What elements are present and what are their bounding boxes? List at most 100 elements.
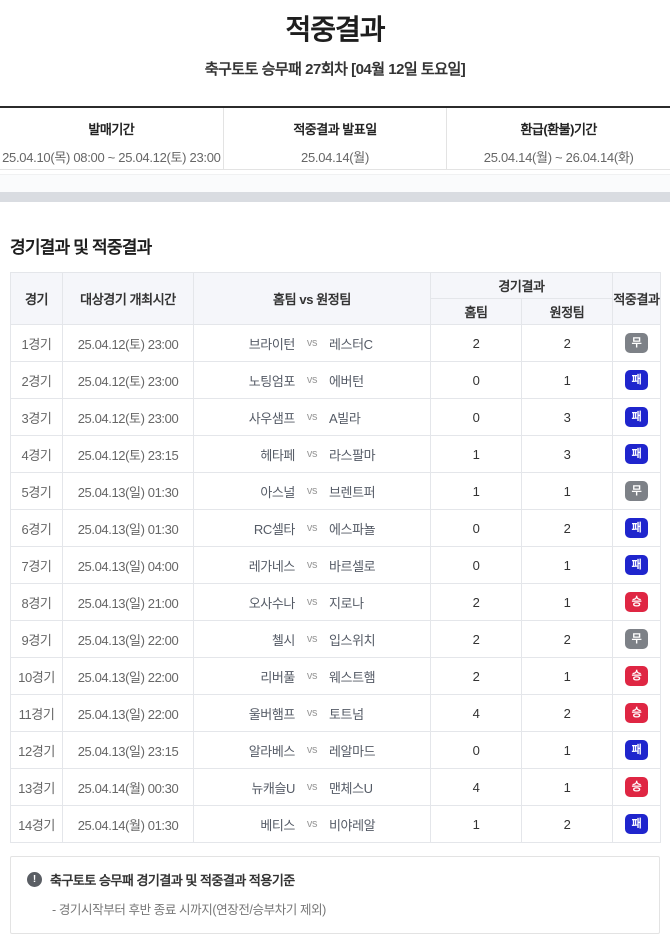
teams-cell: 아스널 vs 브렌트퍼 xyxy=(193,472,431,510)
away-team-name: 맨체스U xyxy=(329,780,373,796)
vs-label: vs xyxy=(306,374,318,386)
info-refund-period: 환급(환불)기간 25.04.14(월) ~ 26.04.14(화) xyxy=(446,108,670,169)
vs-label: vs xyxy=(306,744,318,756)
away-team-name: 토트넘 xyxy=(329,706,364,722)
match-datetime: 25.04.13(일) 01:30 xyxy=(62,472,194,510)
away-team-name: 웨스트햄 xyxy=(329,669,376,685)
away-team-name: 지로나 xyxy=(329,595,364,611)
col-header-away-score: 원정팀 xyxy=(521,298,613,325)
table-row: 12경기 25.04.13(일) 23:15 알라베스 vs 레알마드 0 1 … xyxy=(10,731,661,769)
hit-result-cell: 패 xyxy=(612,805,661,843)
hit-result-cell: 패 xyxy=(612,731,661,769)
hit-result-cell: 패 xyxy=(612,435,661,473)
match-number: 13경기 xyxy=(10,768,63,806)
home-team-name: 브라이턴 xyxy=(248,336,296,352)
footer-note-box: ! 축구토토 승무패 경기결과 및 적중결과 적용기준 - 경기시작부터 후반 … xyxy=(10,856,660,934)
teams-cell: 노팅엄포 vs 에버턴 xyxy=(193,361,431,399)
away-team-name: 입스위치 xyxy=(329,632,376,648)
home-score: 4 xyxy=(430,694,522,732)
away-team-name: 바르셀로 xyxy=(329,558,376,574)
home-score: 1 xyxy=(430,435,522,473)
match-datetime: 25.04.13(일) 23:15 xyxy=(62,731,194,769)
teams-cell: 헤타페 vs 라스팔마 xyxy=(193,435,431,473)
info-label: 발매기간 xyxy=(88,122,135,137)
result-badge: 승 xyxy=(625,777,648,797)
hit-result-cell: 승 xyxy=(612,768,661,806)
match-number: 5경기 xyxy=(10,472,63,510)
home-team-name: 첼시 xyxy=(271,632,296,648)
home-score: 0 xyxy=(430,731,522,769)
result-badge: 패 xyxy=(625,814,648,834)
away-team-name: 라스팔마 xyxy=(329,447,376,463)
home-score: 2 xyxy=(430,324,522,362)
vs-label: vs xyxy=(306,559,318,571)
round-subtitle: 축구토토 승무패 27회차 [04월 12일 토요일] xyxy=(204,61,466,78)
home-team-name: 사우샘프 xyxy=(248,410,296,426)
match-number: 11경기 xyxy=(10,694,63,732)
away-score: 2 xyxy=(521,509,613,547)
info-label: 환급(환불)기간 xyxy=(520,122,597,137)
away-score: 1 xyxy=(521,361,613,399)
match-datetime: 25.04.13(일) 22:00 xyxy=(62,657,194,695)
result-badge: 패 xyxy=(625,555,648,575)
match-number: 12경기 xyxy=(10,731,63,769)
match-number: 4경기 xyxy=(10,435,63,473)
match-number: 9경기 xyxy=(10,620,63,658)
vs-label: vs xyxy=(306,596,318,608)
match-number: 8경기 xyxy=(10,583,63,621)
section-title: 경기결과 및 적중결과 xyxy=(10,238,152,257)
match-datetime: 25.04.13(일) 01:30 xyxy=(62,509,194,547)
home-score: 2 xyxy=(430,583,522,621)
away-team-name: A빌라 xyxy=(329,410,361,426)
home-score: 4 xyxy=(430,768,522,806)
result-badge: 패 xyxy=(625,518,648,538)
match-number: 2경기 xyxy=(10,361,63,399)
match-datetime: 25.04.12(토) 23:15 xyxy=(62,435,194,473)
match-datetime: 25.04.13(일) 22:00 xyxy=(62,620,194,658)
match-datetime: 25.04.12(토) 23:00 xyxy=(62,398,194,436)
hit-result-cell: 패 xyxy=(612,546,661,584)
away-score: 2 xyxy=(521,805,613,843)
col-header-home-score: 홈팀 xyxy=(430,298,522,325)
vs-label: vs xyxy=(306,633,318,645)
match-datetime: 25.04.13(일) 22:00 xyxy=(62,694,194,732)
away-team-name: 비야레알 xyxy=(329,817,376,833)
col-header-hit: 적중결과 xyxy=(612,272,661,325)
teams-cell: RC셀타 vs 에스파뇰 xyxy=(193,509,431,547)
home-team-name: 베티스 xyxy=(260,817,295,833)
match-datetime: 25.04.13(일) 21:00 xyxy=(62,583,194,621)
result-badge: 패 xyxy=(625,370,648,390)
table-row: 11경기 25.04.13(일) 22:00 울버햄프 vs 토트넘 4 2 승 xyxy=(10,694,661,732)
vs-label: vs xyxy=(306,670,318,682)
away-team-name: 레알마드 xyxy=(329,743,376,759)
away-score: 1 xyxy=(521,583,613,621)
match-number: 10경기 xyxy=(10,657,63,695)
home-team-name: 울버햄프 xyxy=(248,706,296,722)
away-team-name: 레스터C xyxy=(329,336,373,352)
vs-label: vs xyxy=(306,411,318,423)
results-tbody: 1경기 25.04.12(토) 23:00 브라이턴 vs 레스터C 2 2 무… xyxy=(10,324,661,843)
teams-cell: 사우샘프 vs A빌라 xyxy=(193,398,431,436)
away-score: 1 xyxy=(521,546,613,584)
home-score: 1 xyxy=(430,805,522,843)
table-row: 13경기 25.04.14(월) 00:30 뉴캐슬U vs 맨체스U 4 1 … xyxy=(10,768,661,806)
match-number: 3경기 xyxy=(10,398,63,436)
away-team-name: 브렌트퍼 xyxy=(329,484,376,500)
match-datetime: 25.04.14(월) 00:30 xyxy=(62,768,194,806)
teams-cell: 울버햄프 vs 토트넘 xyxy=(193,694,431,732)
hit-result-cell: 무 xyxy=(612,620,661,658)
table-row: 9경기 25.04.13(일) 22:00 첼시 vs 입스위치 2 2 무 xyxy=(10,620,661,658)
match-datetime: 25.04.12(토) 23:00 xyxy=(62,361,194,399)
exclamation-circle-icon: ! xyxy=(27,872,42,887)
col-header-match: 경기 xyxy=(10,272,63,325)
away-score: 2 xyxy=(521,694,613,732)
home-score: 0 xyxy=(430,546,522,584)
hit-result-cell: 패 xyxy=(612,509,661,547)
note-line: - 경기시작부터 후반 종료 시까지(연장전/승부차기 제외) xyxy=(52,903,326,917)
info-value: 25.04.10(목) 08:00 ~ 25.04.12(토) 23:00 xyxy=(2,150,221,165)
note-title: 축구토토 승무패 경기결과 및 적중결과 적용기준 xyxy=(50,873,295,888)
home-team-name: 노팅엄포 xyxy=(248,373,296,389)
round-info-bar: 발매기간 25.04.10(목) 08:00 ~ 25.04.12(토) 23:… xyxy=(0,106,670,170)
away-score: 1 xyxy=(521,731,613,769)
teams-cell: 오사수나 vs 지로나 xyxy=(193,583,431,621)
